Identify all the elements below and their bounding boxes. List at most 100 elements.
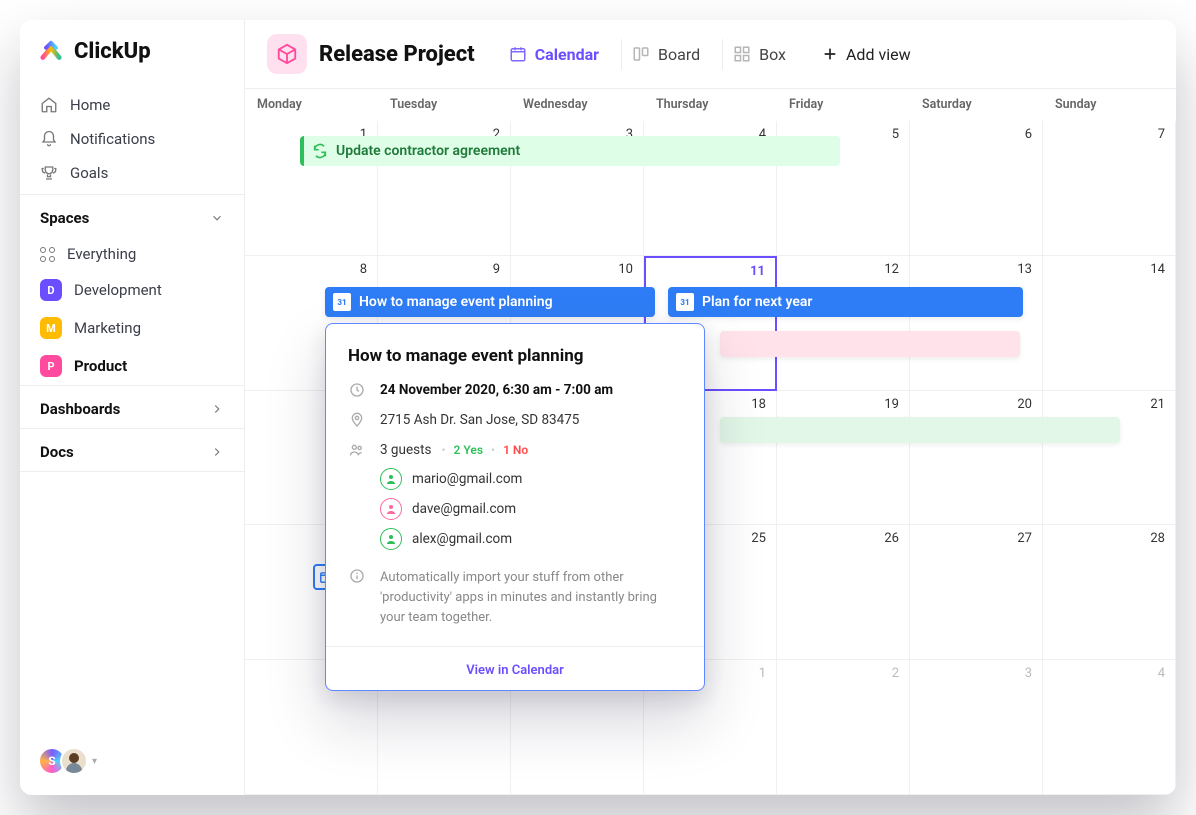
calendar-cell[interactable]: 7 bbox=[1043, 121, 1176, 256]
popup-address: 2715 Ash Dr. San Jose, SD 83475 bbox=[380, 412, 579, 428]
recurring-icon bbox=[312, 143, 328, 159]
project-title: Release Project bbox=[319, 42, 475, 67]
event-contractor[interactable]: Update contractor agreement bbox=[300, 136, 840, 166]
add-view-label: Add view bbox=[846, 45, 911, 64]
user-switcher[interactable]: S ▾ bbox=[20, 733, 244, 795]
nav-home-label: Home bbox=[70, 96, 110, 114]
popup-guest[interactable]: alex@gmail.com bbox=[348, 524, 682, 554]
bell-icon bbox=[40, 130, 58, 148]
day-header: Thursday bbox=[644, 89, 777, 121]
event-manage-label: How to manage event planning bbox=[359, 294, 553, 310]
space-product-badge: P bbox=[40, 355, 62, 377]
day-header: Monday bbox=[245, 89, 378, 121]
section-dashboards[interactable]: Dashboards bbox=[20, 385, 244, 428]
calendar-cell[interactable]: 27 bbox=[910, 525, 1043, 660]
calendar-icon bbox=[509, 45, 527, 63]
person-icon bbox=[380, 528, 402, 550]
app-window: ClickUp Home Notifications Goals Spaces … bbox=[20, 20, 1176, 795]
view-board[interactable]: Board bbox=[621, 39, 710, 70]
calendar-cell[interactable]: 12 bbox=[777, 256, 910, 391]
guest-email: alex@gmail.com bbox=[412, 531, 512, 547]
nav-notifications-label: Notifications bbox=[70, 130, 155, 148]
calendar-cell[interactable]: 20 bbox=[910, 391, 1043, 526]
nav-notifications[interactable]: Notifications bbox=[20, 122, 244, 156]
grid-icon bbox=[40, 247, 55, 262]
view-calendar-label: Calendar bbox=[535, 45, 599, 64]
calendar-cell[interactable]: 3 bbox=[910, 660, 1043, 795]
nav-goals-label: Goals bbox=[70, 164, 108, 182]
calendar-cell[interactable]: 19 bbox=[777, 391, 910, 526]
section-dashboards-label: Dashboards bbox=[40, 400, 120, 418]
box-icon bbox=[733, 45, 751, 63]
calendar-cell[interactable]: 4 bbox=[1043, 660, 1176, 795]
space-marketing-badge: M bbox=[40, 317, 62, 339]
calendar-cell[interactable]: 26 bbox=[777, 525, 910, 660]
event-pink-bar[interactable] bbox=[720, 331, 1020, 357]
popup-datetime: 24 November 2020, 6:30 am - 7:00 am bbox=[380, 382, 613, 398]
calendar-grid: Monday Tuesday Wednesday Thursday Friday… bbox=[245, 89, 1176, 795]
space-everything[interactable]: Everything bbox=[20, 237, 244, 271]
space-development-badge: D bbox=[40, 279, 62, 301]
section-docs[interactable]: Docs bbox=[20, 428, 244, 472]
view-calendar[interactable]: Calendar bbox=[499, 39, 609, 70]
calendar-cell[interactable]: 6 bbox=[910, 121, 1043, 256]
calendar-cell[interactable]: 28 bbox=[1043, 525, 1176, 660]
popup-description: Automatically import your stuff from oth… bbox=[380, 568, 682, 628]
popup-guests-badges: •2 Yes •1 No bbox=[441, 443, 528, 457]
nav-goals[interactable]: Goals bbox=[20, 156, 244, 190]
popup-desc-row: Automatically import your stuff from oth… bbox=[348, 568, 682, 628]
popup-guest[interactable]: mario@gmail.com bbox=[348, 464, 682, 494]
sidebar: ClickUp Home Notifications Goals Spaces … bbox=[20, 20, 245, 795]
view-board-label: Board bbox=[658, 45, 700, 64]
chevron-right-icon bbox=[210, 402, 224, 416]
brand-name: ClickUp bbox=[74, 39, 151, 64]
view-in-calendar-link[interactable]: View in Calendar bbox=[466, 663, 564, 678]
guest-email: dave@gmail.com bbox=[412, 501, 516, 517]
guests-icon bbox=[348, 442, 366, 458]
section-spaces[interactable]: Spaces bbox=[20, 194, 244, 237]
view-box[interactable]: Box bbox=[722, 39, 796, 70]
space-product[interactable]: P Product bbox=[20, 347, 244, 385]
person-icon bbox=[380, 468, 402, 490]
popup-address-row: 2715 Ash Dr. San Jose, SD 83475 bbox=[348, 412, 682, 428]
logo[interactable]: ClickUp bbox=[20, 20, 244, 84]
nav-home[interactable]: Home bbox=[20, 88, 244, 122]
space-marketing[interactable]: M Marketing bbox=[20, 309, 244, 347]
calendar-badge-icon: 31 bbox=[333, 293, 351, 311]
clock-icon bbox=[348, 382, 366, 398]
day-header: Friday bbox=[777, 89, 910, 121]
popup-title: How to manage event planning bbox=[348, 346, 682, 366]
popup-guest[interactable]: dave@gmail.com bbox=[348, 494, 682, 524]
location-icon bbox=[348, 412, 366, 428]
main-area: Release Project Calendar Board Box Add v… bbox=[245, 20, 1176, 795]
project-icon bbox=[267, 34, 307, 74]
calendar-cell[interactable]: 2 bbox=[777, 660, 910, 795]
chevron-down-icon bbox=[210, 211, 224, 225]
info-icon bbox=[348, 568, 366, 628]
popup-guests-row: 3 guests •2 Yes •1 No bbox=[348, 442, 682, 458]
event-manage[interactable]: 31 How to manage event planning bbox=[325, 287, 655, 317]
section-docs-label: Docs bbox=[40, 443, 74, 461]
avatar-teammate bbox=[60, 747, 88, 775]
space-development[interactable]: D Development bbox=[20, 271, 244, 309]
calendar-cell[interactable]: 14 bbox=[1043, 256, 1176, 391]
day-header: Saturday bbox=[910, 89, 1043, 121]
trophy-icon bbox=[40, 164, 58, 182]
add-view-button[interactable]: Add view bbox=[808, 45, 911, 64]
guest-email: mario@gmail.com bbox=[412, 471, 522, 487]
event-nextyear-label: Plan for next year bbox=[702, 294, 812, 310]
event-green-bar[interactable] bbox=[720, 417, 1120, 443]
space-everything-label: Everything bbox=[67, 245, 136, 263]
event-contractor-label: Update contractor agreement bbox=[336, 143, 520, 159]
board-icon bbox=[632, 45, 650, 63]
event-popup: How to manage event planning 24 November… bbox=[325, 323, 705, 691]
calendar-cell[interactable]: 21 bbox=[1043, 391, 1176, 526]
day-header: Tuesday bbox=[378, 89, 511, 121]
day-header: Wednesday bbox=[511, 89, 644, 121]
event-nextyear[interactable]: 31 Plan for next year bbox=[668, 287, 1023, 317]
calendar-cell[interactable]: 13 bbox=[910, 256, 1043, 391]
chevron-down-icon: ▾ bbox=[92, 756, 97, 767]
home-icon bbox=[40, 96, 58, 114]
person-icon bbox=[380, 498, 402, 520]
popup-datetime-row: 24 November 2020, 6:30 am - 7:00 am bbox=[348, 382, 682, 398]
